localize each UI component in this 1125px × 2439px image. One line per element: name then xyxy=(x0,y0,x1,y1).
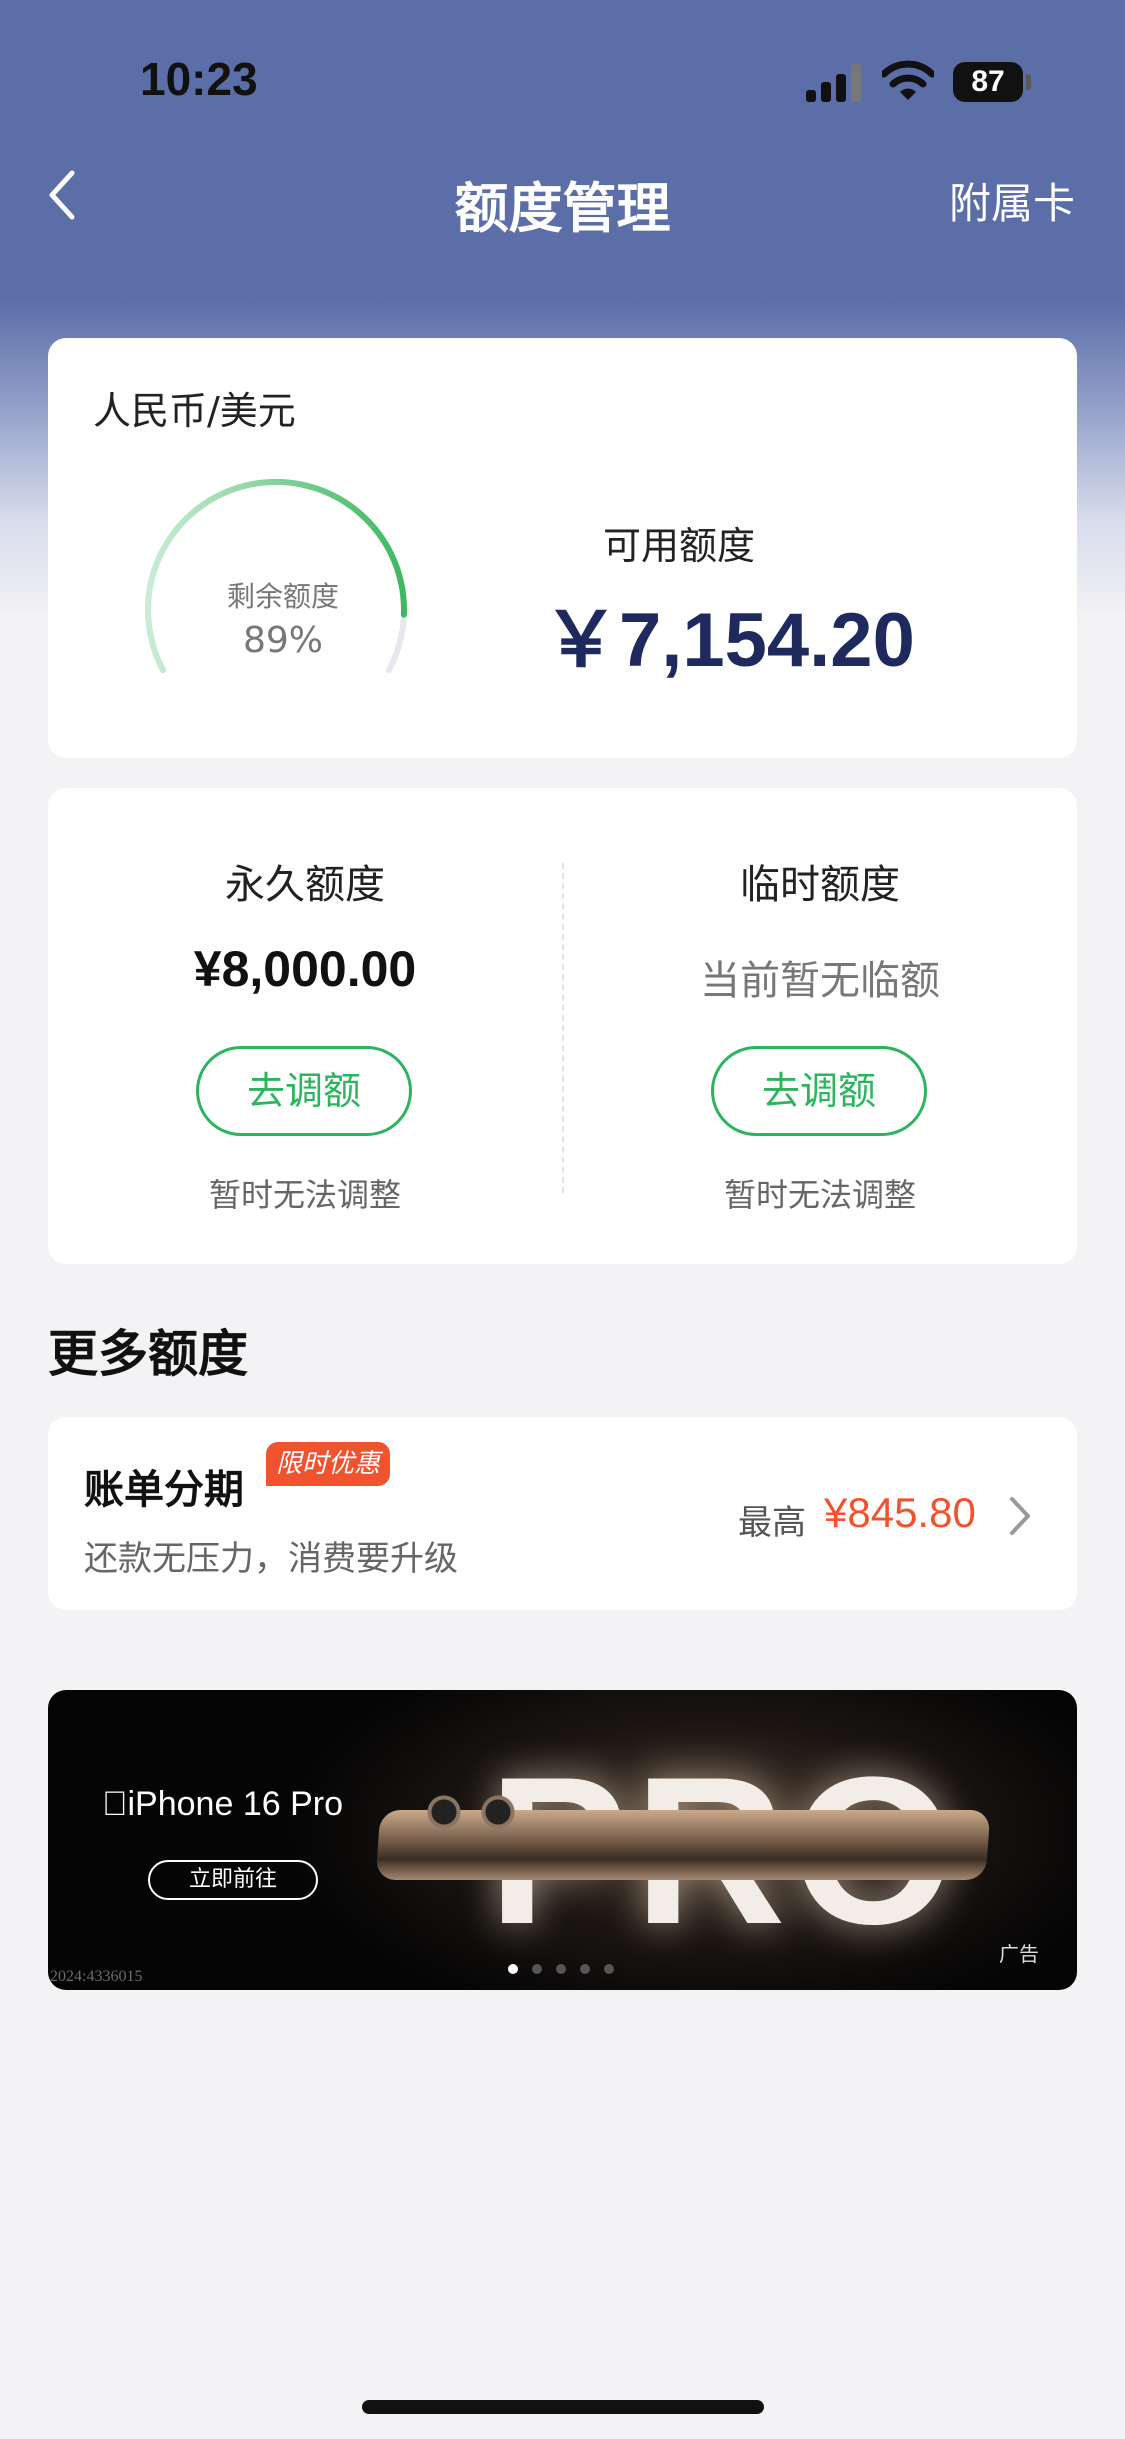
permanent-limit-note: 暂时无法调整 xyxy=(208,1176,401,1214)
credit-limits-card: 永久额度 ¥8,000.00 去调额 暂时无法调整 临时额度 当前暂无临额 去调… xyxy=(48,788,1077,1264)
carousel-dot[interactable] xyxy=(508,1964,518,1974)
carousel-dot[interactable] xyxy=(604,1964,614,1974)
available-credit-card: 人民币/美元 剩余额度 89% 可用额度 ￥7,154.20 xyxy=(48,338,1077,758)
supplementary-card-link[interactable]: 附属卡 xyxy=(949,170,1075,231)
installment-title: 账单分期 xyxy=(84,1467,244,1513)
wifi-icon xyxy=(882,60,934,100)
gauge-label: 剩余额度 xyxy=(226,580,339,613)
battery-tip-icon xyxy=(1026,74,1031,90)
adjust-temporary-limit-button[interactable]: 去调额 xyxy=(711,1046,927,1136)
temporary-limit-title: 临时额度 xyxy=(740,862,900,908)
cellular-signal-icon xyxy=(806,64,862,102)
max-amount-label: 最高 xyxy=(738,1503,806,1543)
bill-installment-row[interactable]: 账单分期 限时优惠 还款无压力，消费要升级 最高 ¥845.80 xyxy=(48,1417,1077,1610)
adjust-permanent-limit-button[interactable]: 去调额 xyxy=(196,1046,412,1136)
banner-product-name: iPhone 16 Pro xyxy=(102,1785,343,1824)
permanent-limit-value: ¥8,000.00 xyxy=(193,941,417,997)
temporary-limit-value: 当前暂无临额 xyxy=(700,958,940,1004)
iphone-ad-banner[interactable]: PRO iPhone 16 Pro 立即前往 广告 2024:4336015 xyxy=(48,1690,1077,1990)
temporary-limit-note: 暂时无法调整 xyxy=(723,1176,916,1214)
remaining-percent: 89% xyxy=(242,620,323,661)
available-credit-label: 可用额度 xyxy=(603,524,756,568)
battery-indicator: 87 xyxy=(953,62,1023,102)
banner-code: 2024:4336015 xyxy=(50,1968,143,1985)
go-now-button[interactable]: 立即前往 xyxy=(148,1860,318,1900)
home-indicator[interactable] xyxy=(362,2400,764,2414)
carousel-dot[interactable] xyxy=(532,1964,542,1974)
temporary-limit-column: 临时额度 当前暂无临额 去调额 暂时无法调整 xyxy=(563,788,1077,1264)
permanent-limit-title: 永久额度 xyxy=(225,862,385,908)
carousel-dot[interactable] xyxy=(556,1964,566,1974)
carousel-dot[interactable] xyxy=(580,1964,590,1974)
apple-logo-icon:  xyxy=(102,1785,128,1823)
carousel-pagination[interactable] xyxy=(508,1964,628,1978)
installment-subtitle: 还款无压力，消费要升级 xyxy=(84,1539,458,1579)
more-credit-section-title: 更多额度 xyxy=(48,1325,248,1383)
max-installment-amount: ¥845.80 xyxy=(824,1489,976,1536)
available-credit-amount: ￥7,154.20 xyxy=(543,598,915,683)
phone-camera-image xyxy=(408,1795,528,1829)
currency-label: 人民币/美元 xyxy=(93,389,296,433)
status-time: 10:23 xyxy=(140,53,258,105)
ad-label: 广告 xyxy=(999,1942,1039,1966)
banner-product-text: iPhone 16 Pro xyxy=(102,1785,344,1823)
chevron-right-icon xyxy=(1010,1497,1030,1535)
permanent-limit-column: 永久额度 ¥8,000.00 去调额 暂时无法调整 xyxy=(48,788,562,1264)
limited-offer-badge: 限时优惠 xyxy=(266,1442,391,1486)
